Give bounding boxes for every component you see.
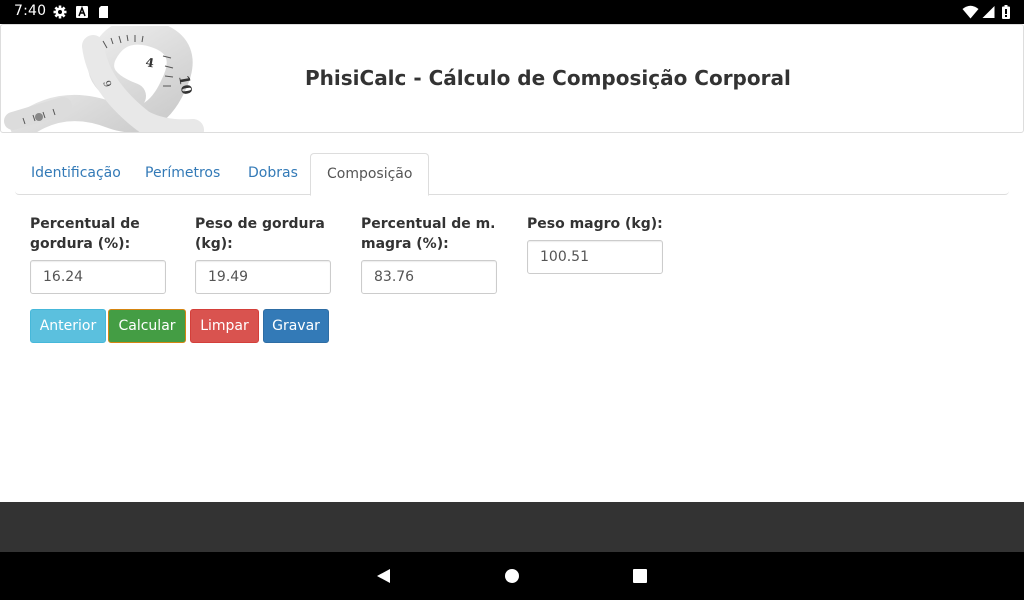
sd-card-icon bbox=[99, 6, 108, 18]
status-bar: 7:40 bbox=[0, 0, 1024, 24]
battery-icon bbox=[1002, 5, 1010, 19]
percentual-gordura-input[interactable] bbox=[30, 260, 166, 294]
field-label: Peso de gordura (kg): bbox=[195, 216, 325, 252]
app-content: 10 4 9 PhisiCalc - Cálculo de Composição… bbox=[0, 24, 1024, 502]
app-header: 10 4 9 PhisiCalc - Cálculo de Composição… bbox=[0, 24, 1024, 133]
a-icon bbox=[76, 5, 88, 18]
back-icon[interactable] bbox=[373, 566, 393, 586]
recents-icon[interactable] bbox=[630, 566, 650, 586]
field-percentual-gordura: Percentual de gordura (%): bbox=[30, 214, 166, 294]
tab-bar: Identificação Perímetros Dobras Composiç… bbox=[15, 153, 1009, 196]
tab-perimetros[interactable]: Perímetros bbox=[129, 153, 236, 195]
field-peso-gordura: Peso de gordura (kg): bbox=[195, 214, 331, 294]
field-peso-magro: Peso magro (kg): bbox=[527, 214, 663, 274]
gear-icon bbox=[53, 5, 67, 19]
footer bbox=[0, 502, 1024, 552]
field-percentual-massa-magra: Percentual de m. magra (%): bbox=[361, 214, 497, 294]
calculate-button[interactable]: Calcular bbox=[108, 309, 186, 343]
page-title: PhisiCalc - Cálculo de Composição Corpor… bbox=[305, 66, 791, 90]
save-button[interactable]: Gravar bbox=[263, 309, 329, 343]
navigation-bar bbox=[0, 552, 1024, 600]
home-icon[interactable] bbox=[502, 566, 522, 586]
svg-text:10: 10 bbox=[175, 74, 194, 96]
measuring-tape-image: 10 4 9 bbox=[3, 26, 227, 132]
field-label: Peso magro (kg): bbox=[527, 216, 663, 232]
percentual-massa-magra-input[interactable] bbox=[361, 260, 497, 294]
peso-magro-input[interactable] bbox=[527, 240, 663, 274]
peso-gordura-input[interactable] bbox=[195, 260, 331, 294]
tab-dobras[interactable]: Dobras bbox=[232, 153, 314, 195]
signal-icon bbox=[982, 6, 995, 18]
wifi-icon bbox=[962, 5, 979, 19]
clear-button[interactable]: Limpar bbox=[190, 309, 259, 343]
status-time: 7:40 bbox=[14, 3, 47, 19]
tab-composicao[interactable]: Composição bbox=[310, 153, 430, 196]
tab-identificacao[interactable]: Identificação bbox=[15, 153, 137, 195]
field-label: Percentual de gordura (%): bbox=[30, 216, 140, 252]
field-label: Percentual de m. magra (%): bbox=[361, 216, 496, 252]
previous-button[interactable]: Anterior bbox=[30, 309, 106, 343]
